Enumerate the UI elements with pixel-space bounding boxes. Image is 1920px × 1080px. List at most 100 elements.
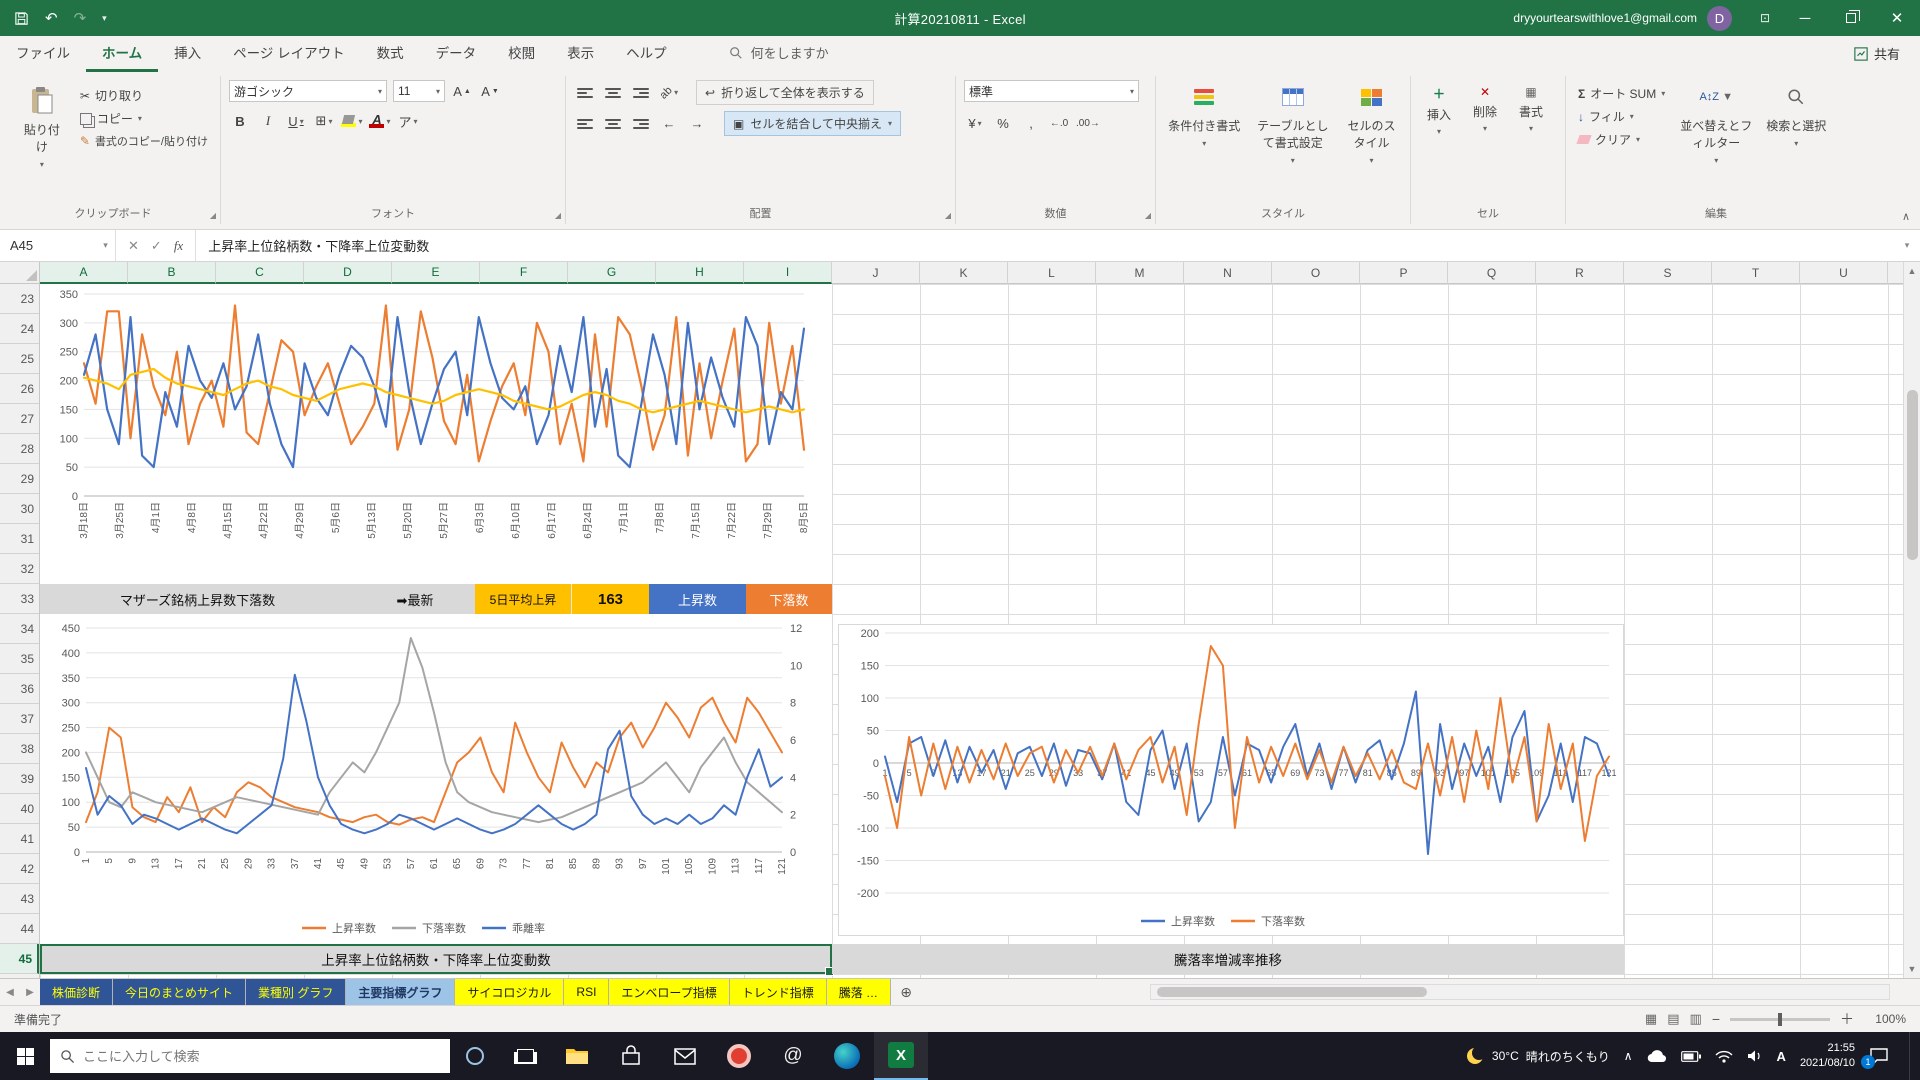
percent-button[interactable]: % bbox=[992, 112, 1014, 134]
sheet-nav-right-icon[interactable]: ▶ bbox=[20, 979, 40, 1005]
column-header-F[interactable]: F bbox=[480, 262, 568, 284]
column-header-S[interactable]: S bbox=[1624, 262, 1712, 284]
font-name-combo[interactable]: 游ゴシック▾ bbox=[229, 80, 387, 102]
row-header-28[interactable]: 28 bbox=[0, 434, 39, 464]
collapse-ribbon-icon[interactable]: ∧ bbox=[1902, 210, 1910, 223]
zoom-in-icon[interactable]: ＋ bbox=[1840, 1009, 1854, 1029]
row-header-38[interactable]: 38 bbox=[0, 734, 39, 764]
insert-cells-button[interactable]: ＋ 挿入 ▾ bbox=[1419, 80, 1459, 141]
insert-function-icon[interactable]: fx bbox=[174, 238, 183, 254]
ribbon-tab-5[interactable]: データ bbox=[420, 34, 493, 72]
vertical-scroll-thumb[interactable] bbox=[1907, 390, 1918, 560]
page-break-view-icon[interactable]: ▥ bbox=[1690, 1011, 1702, 1027]
network-icon[interactable] bbox=[1715, 1050, 1733, 1063]
file-explorer-button[interactable] bbox=[550, 1032, 604, 1080]
zoom-slider[interactable] bbox=[1730, 1018, 1830, 1021]
redo-icon[interactable]: ↷ bbox=[74, 9, 87, 27]
dialog-launcher-icon[interactable]: ◢ bbox=[945, 211, 951, 220]
row-header-23[interactable]: 23 bbox=[0, 284, 39, 314]
sheet-tab-3[interactable]: 主要指標グラフ bbox=[346, 979, 455, 1005]
column-header-N[interactable]: N bbox=[1184, 262, 1272, 284]
wrap-text-button[interactable]: ↩ 折り返して全体を表示する bbox=[696, 80, 874, 105]
delete-cells-button[interactable]: ✕ 削除 ▾ bbox=[1465, 80, 1505, 138]
ribbon-display-options-icon[interactable]: ⊡ bbox=[1748, 11, 1782, 25]
format-cells-button[interactable]: ▦ 書式 ▾ bbox=[1511, 80, 1551, 138]
autosum-button[interactable]: Σオート SUM▾ bbox=[1574, 82, 1669, 105]
column-header-A[interactable]: A bbox=[40, 262, 128, 284]
row-header-32[interactable]: 32 bbox=[0, 554, 39, 584]
tell-me-search[interactable]: 何をしますか bbox=[729, 43, 829, 72]
column-header-B[interactable]: B bbox=[128, 262, 216, 284]
row-header-42[interactable]: 42 bbox=[0, 854, 39, 884]
column-header-Q[interactable]: Q bbox=[1448, 262, 1536, 284]
cortana-button[interactable] bbox=[450, 1032, 500, 1080]
horizontal-scroll-thumb[interactable] bbox=[1157, 987, 1427, 997]
format-painter-button[interactable]: ✎書式のコピー/貼り付け bbox=[76, 130, 212, 152]
font-size-combo[interactable]: 11▾ bbox=[393, 80, 445, 102]
ribbon-tab-3[interactable]: ページ レイアウト bbox=[217, 34, 360, 72]
store-button[interactable] bbox=[604, 1032, 658, 1080]
mail-button[interactable] bbox=[658, 1032, 712, 1080]
formula-bar-expand-icon[interactable]: ▾ bbox=[1894, 230, 1920, 261]
zoom-slider-thumb[interactable] bbox=[1778, 1013, 1782, 1026]
conditional-formatting-button[interactable]: 条件付き書式 ▾ bbox=[1164, 80, 1245, 150]
currency-button[interactable]: ¥▾ bbox=[964, 112, 986, 134]
column-header-J[interactable]: J bbox=[832, 262, 920, 284]
row-header-36[interactable]: 36 bbox=[0, 674, 39, 704]
show-desktop-button[interactable] bbox=[1909, 1032, 1914, 1080]
row-header-30[interactable]: 30 bbox=[0, 494, 39, 524]
row-header-31[interactable]: 31 bbox=[0, 524, 39, 554]
cancel-icon[interactable]: ✕ bbox=[128, 238, 139, 254]
row-header-37[interactable]: 37 bbox=[0, 704, 39, 734]
battery-icon[interactable] bbox=[1681, 1051, 1701, 1062]
phonetic-guide-button[interactable]: ア▾ bbox=[397, 110, 419, 132]
sheet-tab-7[interactable]: トレンド指標 bbox=[730, 979, 827, 1005]
new-sheet-button[interactable]: ⊕ bbox=[891, 979, 921, 1005]
ribbon-tab-4[interactable]: 数式 bbox=[361, 34, 420, 72]
ribbon-tab-2[interactable]: 挿入 bbox=[158, 34, 217, 72]
align-center-icon[interactable] bbox=[602, 113, 624, 135]
minimize-button[interactable]: ─ bbox=[1782, 0, 1828, 36]
scroll-up-icon[interactable]: ▲ bbox=[1908, 262, 1917, 280]
sort-filter-button[interactable]: A↕Z ▼ 並べ替えとフィルター ▾ bbox=[1675, 80, 1757, 167]
red-app-button[interactable] bbox=[712, 1032, 766, 1080]
vertical-scrollbar[interactable]: ▲ ▼ bbox=[1903, 262, 1920, 978]
fill-button[interactable]: ↓フィル▾ bbox=[1574, 105, 1669, 128]
underline-button[interactable]: U▾ bbox=[285, 110, 307, 132]
name-box-caret-icon[interactable]: ▾ bbox=[96, 230, 116, 261]
increase-font-icon[interactable]: A▲ bbox=[451, 80, 473, 102]
row-header-41[interactable]: 41 bbox=[0, 824, 39, 854]
merged-cell-j45[interactable]: 騰落率増減率推移 bbox=[832, 944, 1624, 974]
start-button[interactable] bbox=[0, 1032, 50, 1080]
align-middle-icon[interactable] bbox=[602, 82, 624, 104]
column-header-M[interactable]: M bbox=[1096, 262, 1184, 284]
taskbar-search-input[interactable] bbox=[83, 1049, 440, 1064]
cell-styles-button[interactable]: セルのスタイル ▾ bbox=[1341, 80, 1402, 167]
column-header-G[interactable]: G bbox=[568, 262, 656, 284]
decrease-font-icon[interactable]: A▼ bbox=[479, 80, 501, 102]
avatar[interactable]: D bbox=[1707, 6, 1732, 31]
row-header-39[interactable]: 39 bbox=[0, 764, 39, 794]
indent-decrease-icon[interactable]: ← bbox=[658, 113, 680, 135]
ribbon-tab-0[interactable]: ファイル bbox=[0, 34, 86, 72]
align-bottom-icon[interactable] bbox=[630, 82, 652, 104]
ime-mode[interactable]: A bbox=[1777, 1049, 1786, 1064]
copy-button[interactable]: コピー▾ bbox=[76, 107, 212, 130]
column-header-D[interactable]: D bbox=[304, 262, 392, 284]
hidden-icons-chevron-icon[interactable]: ∧ bbox=[1624, 1049, 1633, 1063]
paste-button[interactable]: 貼り付け ▾ bbox=[14, 80, 70, 175]
row-header-26[interactable]: 26 bbox=[0, 374, 39, 404]
row-header-24[interactable]: 24 bbox=[0, 314, 39, 344]
action-center-button[interactable]: 1 bbox=[1869, 1047, 1895, 1065]
column-header-U[interactable]: U bbox=[1800, 262, 1888, 284]
excel-taskbar-button[interactable]: X bbox=[874, 1032, 928, 1080]
align-right-icon[interactable] bbox=[630, 113, 652, 135]
cut-button[interactable]: ✂切り取り bbox=[76, 84, 212, 107]
column-header-I[interactable]: I bbox=[744, 262, 832, 284]
account-email[interactable]: dryyourtearswithlove1@gmail.com bbox=[1513, 11, 1697, 25]
row-header-27[interactable]: 27 bbox=[0, 404, 39, 434]
indent-increase-icon[interactable]: → bbox=[686, 113, 708, 135]
column-header-C[interactable]: C bbox=[216, 262, 304, 284]
select-all-corner[interactable] bbox=[0, 262, 40, 284]
chart-mothers-updown[interactable]: 0501001502002503003503月18日3月25日4月1日4月8日4… bbox=[46, 288, 816, 582]
